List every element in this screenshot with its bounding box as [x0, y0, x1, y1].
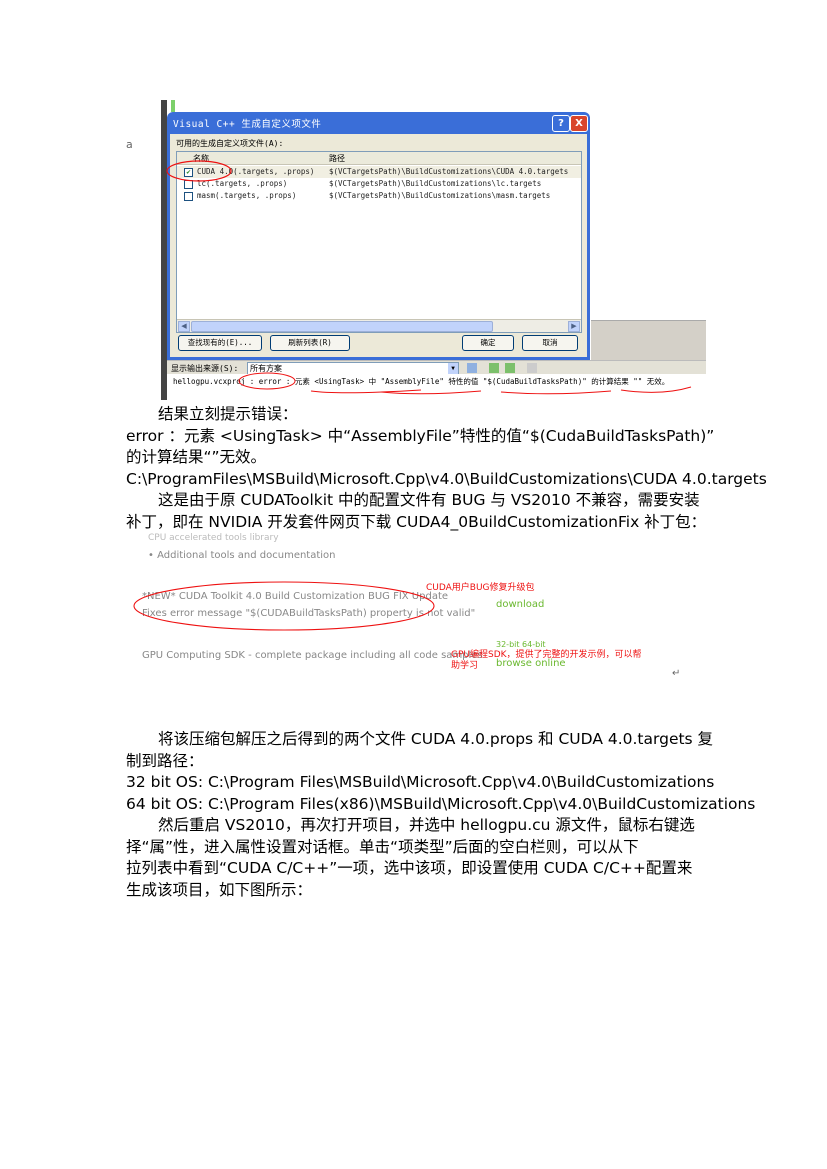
cut-off-text: CPU accelerated tools library — [148, 533, 279, 543]
paragraph-error-line2: 的计算结果“”无效。 — [126, 448, 267, 466]
paragraph-path: C:\ProgramFiles\MSBuild\Microsoft.Cpp\v4… — [126, 470, 767, 488]
red-annotation-overlay — [166, 160, 692, 395]
paragraph-restart-line3: 拉列表中看到“CUDA C/C++”一项，选中该项，即设置使用 CUDA C/C… — [126, 859, 693, 877]
paragraph-unzip-line2: 制到路径： — [126, 752, 204, 770]
red-ellipse-overlay — [133, 581, 435, 631]
paragraph-error-line1: error ：元素 <UsingTask> 中“AssemblyFile”特性的… — [126, 427, 715, 445]
bugfix-highlight-ellipse — [133, 581, 435, 631]
paragraph-cause-line2: 补丁，即在 NVIDIA 开发套件网页下载 CUDA4_0BuildCustom… — [126, 513, 707, 531]
paragraph-restart-line1: 然后重启 VS2010，再次打开项目，并选中 hellogpu.cu 源文件，鼠… — [158, 816, 695, 834]
paragraph-64bit-path: 64 bit OS: C:\Program Files(x86)\MSBuild… — [126, 795, 756, 813]
paragraph-unzip-line1: 将该压缩包解压之后得到的两个文件 CUDA 4.0.props 和 CUDA 4… — [158, 730, 714, 748]
paragraph-mark: a — [126, 138, 133, 151]
nvidia-download-screenshot: CPU accelerated tools library • Addition… — [126, 533, 700, 683]
paragraph-cause-line1: 这是由于原 CUDAToolkit 中的配置文件有 BUG 与 VS2010 不… — [158, 491, 700, 509]
paragraph-result: 结果立刻提示错误： — [158, 405, 298, 423]
checkbox-highlight-ellipse — [166, 160, 232, 182]
paragraph-restart-line4: 生成该项目，如下图所示： — [126, 881, 313, 899]
paragraph-restart-line2: 择“属”性，进入属性设置对话框。单击“项类型”后面的空白栏则，可以从下 — [126, 838, 639, 856]
vs-build-customization-screenshot: Visual C++ 生成自定义项文件 ? X 可用的生成自定义项文件(A): … — [161, 100, 706, 400]
paragraph-32bit-path: 32 bit OS: C:\Program Files\MSBuild\Micr… — [126, 773, 715, 791]
